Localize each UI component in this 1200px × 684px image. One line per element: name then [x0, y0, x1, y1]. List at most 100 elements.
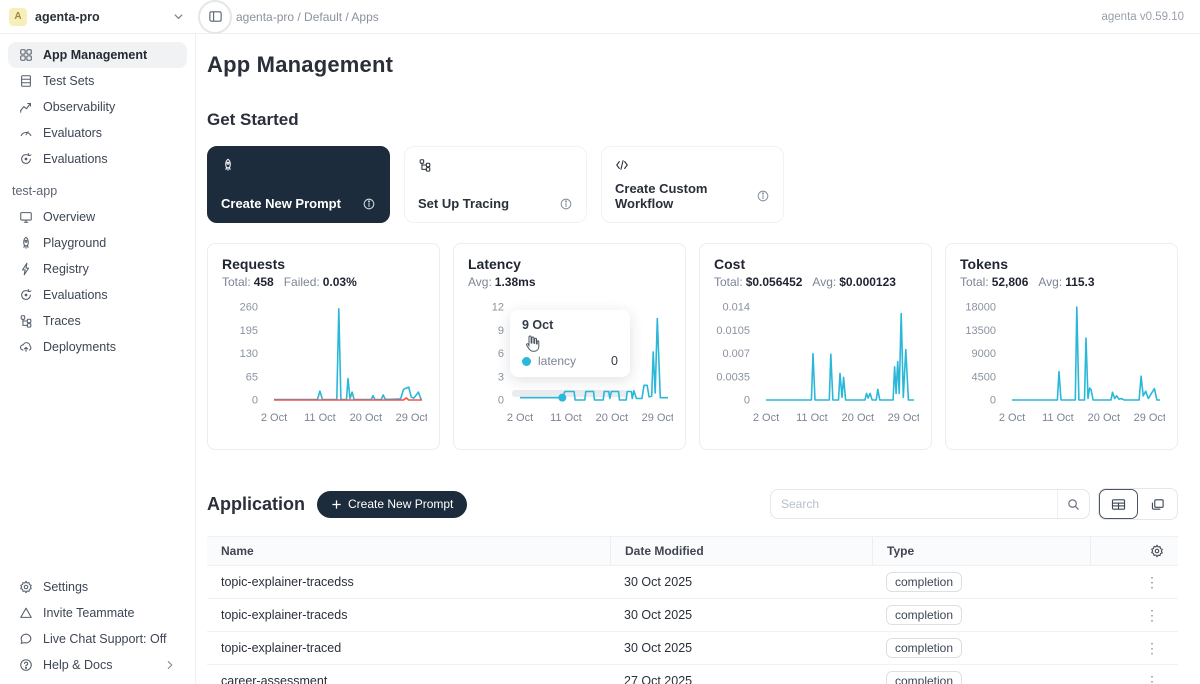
rocket-icon [18, 236, 34, 250]
chart-stats: Total:52,806Avg:115.3 [960, 275, 1163, 289]
workspace-selector[interactable]: A agenta-pro [0, 8, 196, 26]
svg-text:20 Oct: 20 Oct [596, 412, 628, 424]
view-toggle [1098, 488, 1178, 520]
sidebar-item-observability[interactable]: Observability [8, 94, 187, 120]
table-body: topic-explainer-tracedss 30 Oct 2025 com… [207, 566, 1178, 684]
sidebar-item-label: Help & Docs [43, 658, 112, 672]
table-view-icon [1111, 498, 1126, 511]
svg-text:3: 3 [498, 371, 504, 383]
column-header-name[interactable]: Name [207, 537, 610, 565]
row-menu-button[interactable]: ⋮ [1141, 640, 1164, 657]
sidebar-item-label: App Management [43, 48, 147, 62]
svg-text:11 Oct: 11 Oct [1042, 412, 1074, 424]
create-new-prompt-button[interactable]: Create New Prompt [317, 491, 467, 518]
tree-icon [18, 314, 34, 328]
row-menu-button[interactable]: ⋮ [1141, 574, 1164, 591]
sidebar-item-label: Observability [43, 100, 115, 114]
plus-icon [331, 499, 342, 510]
sidebar-item-label: Registry [43, 262, 89, 276]
code-icon [615, 158, 770, 172]
sidebar-item-deployments[interactable]: Deployments [8, 334, 187, 360]
table-view-button[interactable] [1099, 489, 1138, 519]
app-date-modified: 30 Oct 2025 [610, 641, 872, 655]
sidebar-item-settings[interactable]: Settings [8, 574, 187, 600]
breadcrumb[interactable]: agenta-pro / Default / Apps [236, 10, 379, 24]
chart-line-icon [18, 100, 34, 114]
sidebar-toggle-highlight [198, 0, 232, 34]
help-icon [18, 658, 34, 672]
sidebar-item-test-sets[interactable]: Test Sets [8, 68, 187, 94]
get-started-card-label: Create Custom Workflow [615, 181, 756, 211]
svg-text:18000: 18000 [965, 302, 996, 314]
workspace-avatar: A [9, 8, 27, 26]
chart-plot[interactable]: 0.0140.01050.0070.003502 Oct11 Oct20 Oct… [714, 297, 919, 429]
row-menu-button[interactable]: ⋮ [1141, 673, 1164, 684]
column-header-date-modified[interactable]: Date Modified [610, 537, 872, 565]
main-content: App Management Get Started Create New Pr… [196, 34, 1200, 684]
sidebar-item-help-docs[interactable]: Help & Docs [8, 652, 187, 678]
chart-stats: Total:$0.056452Avg:$0.000123 [714, 275, 917, 289]
row-menu-button[interactable]: ⋮ [1141, 607, 1164, 624]
get-started-card-label: Set Up Tracing [418, 196, 509, 211]
sidebar-item-traces[interactable]: Traces [8, 308, 187, 334]
tooltip-value: 0 [611, 354, 618, 368]
app-type-badge: completion [886, 638, 962, 658]
info-icon [756, 189, 770, 203]
get-started-card-set-up-tracing[interactable]: Set Up Tracing [404, 146, 587, 223]
chevron-down-icon [173, 11, 184, 22]
chart-card-cost: Cost Total:$0.056452Avg:$0.000123 0.0140.0… [699, 243, 932, 450]
tooltip-series-label: latency [538, 354, 576, 368]
sidebar-item-evaluations[interactable]: Evaluations [8, 282, 187, 308]
info-icon [559, 197, 573, 211]
svg-text:11 Oct: 11 Oct [304, 412, 336, 424]
application-header: Application Create New Prompt [207, 488, 1178, 520]
chart-plot[interactable]: 18000135009000450002 Oct11 Oct20 Oct29 O… [960, 297, 1165, 429]
sidebar-item-playground[interactable]: Playground [8, 230, 187, 256]
sidebar-item-live-chat-support-off[interactable]: Live Chat Support: Off [8, 626, 187, 652]
table-row[interactable]: topic-explainer-traced 30 Oct 2025 compl… [207, 632, 1178, 665]
chart-plot[interactable]: 2601951306502 Oct11 Oct20 Oct29 Oct [222, 297, 427, 429]
app-date-modified: 30 Oct 2025 [610, 608, 872, 622]
column-header-type[interactable]: Type [872, 537, 1090, 565]
app-type-badge: completion [886, 572, 962, 592]
svg-text:11 Oct: 11 Oct [550, 412, 582, 424]
chart-title: Cost [714, 256, 917, 272]
svg-text:20 Oct: 20 Oct [350, 412, 382, 424]
svg-text:9: 9 [498, 325, 504, 337]
sidebar-item-evaluations[interactable]: Evaluations [8, 146, 187, 172]
table-row[interactable]: topic-explainer-tracedss 30 Oct 2025 com… [207, 566, 1178, 599]
sidebar-item-evaluators[interactable]: Evaluators [8, 120, 187, 146]
info-icon [362, 197, 376, 211]
tooltip-date: 9 Oct [522, 318, 618, 332]
svg-text:2 Oct: 2 Oct [507, 412, 533, 424]
get-started-card-create-new-prompt[interactable]: Create New Prompt [207, 146, 390, 223]
chart-title: Tokens [960, 256, 1163, 272]
svg-text:0: 0 [252, 395, 258, 407]
workspace-name: agenta-pro [35, 10, 100, 24]
sidebar-section-label: test-app [8, 172, 187, 204]
svg-text:0: 0 [990, 395, 996, 407]
svg-text:0.0035: 0.0035 [716, 371, 750, 383]
create-button-label: Create New Prompt [348, 497, 453, 511]
sidebar-item-invite-teammate[interactable]: Invite Teammate [8, 600, 187, 626]
app-name: topic-explainer-tracedss [207, 575, 610, 589]
card-view-button[interactable] [1138, 489, 1177, 519]
search-input[interactable] [771, 497, 1057, 511]
search-button[interactable] [1057, 490, 1089, 518]
app-name: topic-explainer-traced [207, 641, 610, 655]
search-box [770, 489, 1090, 519]
chart-stats: Avg:1.38ms [468, 275, 671, 289]
table-settings-gear-icon[interactable] [1150, 544, 1164, 558]
table-row[interactable]: career-assessment 27 Oct 2025 completion… [207, 665, 1178, 684]
sidebar-toggle-button[interactable] [204, 6, 226, 28]
sidebar-item-overview[interactable]: Overview [8, 204, 187, 230]
table-row[interactable]: topic-explainer-traceds 30 Oct 2025 comp… [207, 599, 1178, 632]
get-started-card-create-custom-workflow[interactable]: Create Custom Workflow [601, 146, 784, 223]
grid-icon [18, 48, 34, 62]
svg-text:29 Oct: 29 Oct [1134, 412, 1165, 424]
sidebar-item-app-management[interactable]: App Management [8, 42, 187, 68]
svg-text:20 Oct: 20 Oct [1088, 412, 1120, 424]
svg-text:2 Oct: 2 Oct [261, 412, 287, 424]
tree-icon [418, 158, 573, 172]
sidebar-item-registry[interactable]: Registry [8, 256, 187, 282]
